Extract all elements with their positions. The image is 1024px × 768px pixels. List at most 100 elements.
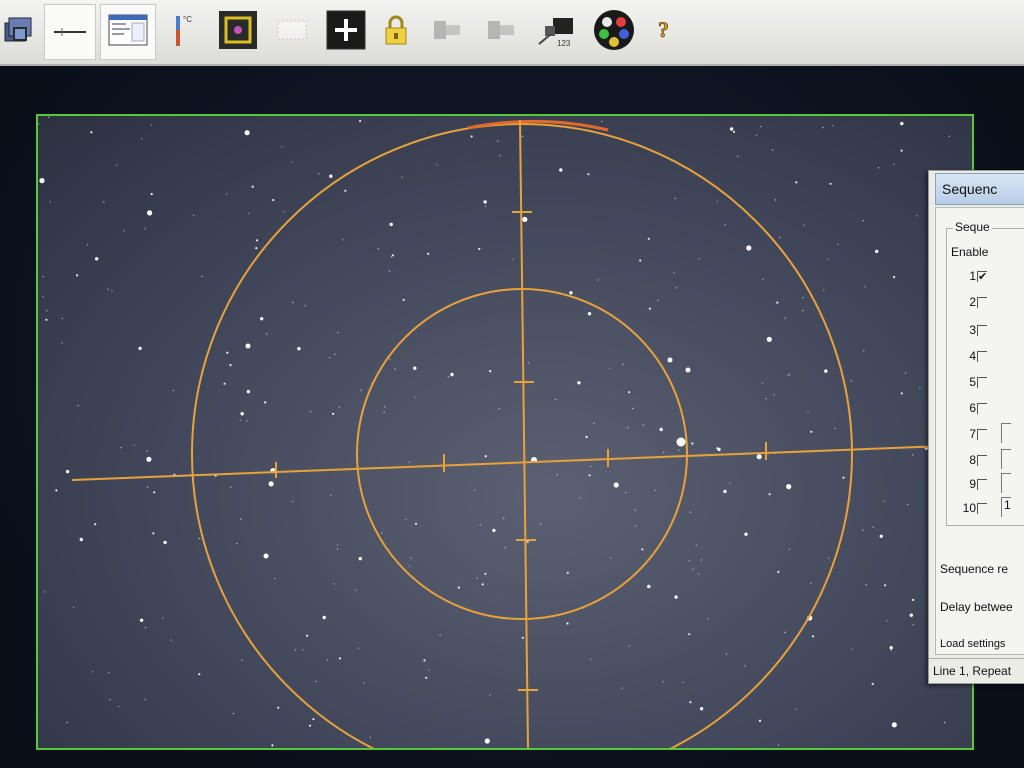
camera-icon [3,15,37,50]
star [46,310,48,312]
histogram-icon [50,20,90,45]
star [916,215,918,217]
star [39,178,45,184]
color-wheel-icon [593,9,635,56]
enable-checkbox-4[interactable] [977,350,987,362]
star [150,193,153,196]
star [457,586,460,589]
star [473,489,475,491]
enable-checkbox-10[interactable] [977,502,987,514]
temperature-button[interactable]: °C [160,4,210,60]
sequence-row-7-field[interactable] [1001,423,1011,443]
star [49,201,51,203]
star [91,671,94,673]
star [807,411,809,413]
enable-checkbox-2[interactable] [977,296,987,308]
star [642,424,644,426]
star [260,317,264,321]
sequence-row-3: 3 [947,319,987,341]
star [628,645,630,647]
star [95,257,99,261]
enable-checkbox-7[interactable] [977,428,987,440]
star [871,682,874,686]
star [811,635,815,638]
star [912,454,914,456]
star [891,722,897,728]
star [864,286,866,288]
sequence-row-number: 2 [969,295,976,309]
lock-button[interactable] [374,4,418,60]
star [138,346,142,351]
sequence-row-9-field[interactable] [1001,473,1011,493]
star [662,681,664,683]
enable-checkbox-9[interactable] [977,478,987,490]
star [481,583,484,586]
filter-button-2[interactable] [478,4,526,60]
star [659,427,663,432]
enable-checkbox-8[interactable] [977,454,987,466]
star [625,491,627,494]
star [277,706,280,709]
color-wheel-button[interactable] [588,4,640,60]
star [884,584,887,587]
star [329,357,331,359]
star [241,659,243,661]
star [647,237,650,240]
window-button[interactable] [100,4,156,60]
star [239,518,242,520]
help-button[interactable]: ? [644,4,684,60]
star [778,236,781,239]
filter-button-1[interactable] [422,4,474,60]
star [641,548,644,551]
star [408,461,411,464]
stretch-button[interactable] [44,4,96,60]
camera-button[interactable] [0,4,40,60]
star [827,258,829,260]
subframe-button[interactable] [266,4,318,60]
sequence-row-1: 1 ✔ [947,265,987,287]
enable-checkbox-3[interactable] [977,324,987,336]
star [850,380,852,382]
sequence-row-8-field[interactable] [1001,449,1011,469]
star [333,583,335,585]
sequence-dialog-title[interactable]: Sequenc [935,173,1024,205]
star [170,639,172,641]
star [842,476,845,479]
star [334,353,336,355]
star [150,124,153,126]
bright-star [263,553,269,559]
star [336,548,339,550]
star [198,537,201,540]
star [408,565,411,568]
load-settings-button[interactable]: Load settings [940,638,1005,650]
window-icon [107,13,149,52]
enable-checkbox-1[interactable]: ✔ [977,270,987,282]
star [79,537,83,542]
enable-checkbox-6[interactable] [977,402,987,414]
star [698,258,701,260]
focus-frame-button[interactable] [214,4,262,60]
calibrate-icon: 123 [535,10,579,55]
star [232,712,235,715]
bright-star [667,357,673,363]
sequence-row-2: 2 [947,291,987,313]
sequence-row-10-field[interactable]: 1 [1001,497,1011,517]
star [240,412,244,416]
star [111,290,113,292]
star [634,525,637,527]
image-view[interactable] [36,114,974,750]
star [828,557,830,560]
star [579,497,581,499]
sequence-group-label: Seque [953,220,992,234]
star [622,363,624,366]
calibrate-button[interactable]: 123 [530,4,584,60]
star [879,534,883,538]
crosshair-button[interactable] [322,4,370,60]
star [890,649,892,651]
star [707,618,709,620]
enable-checkbox-5[interactable] [977,376,987,388]
star [470,135,473,138]
star [390,256,393,258]
star [912,623,914,626]
star [900,392,903,395]
